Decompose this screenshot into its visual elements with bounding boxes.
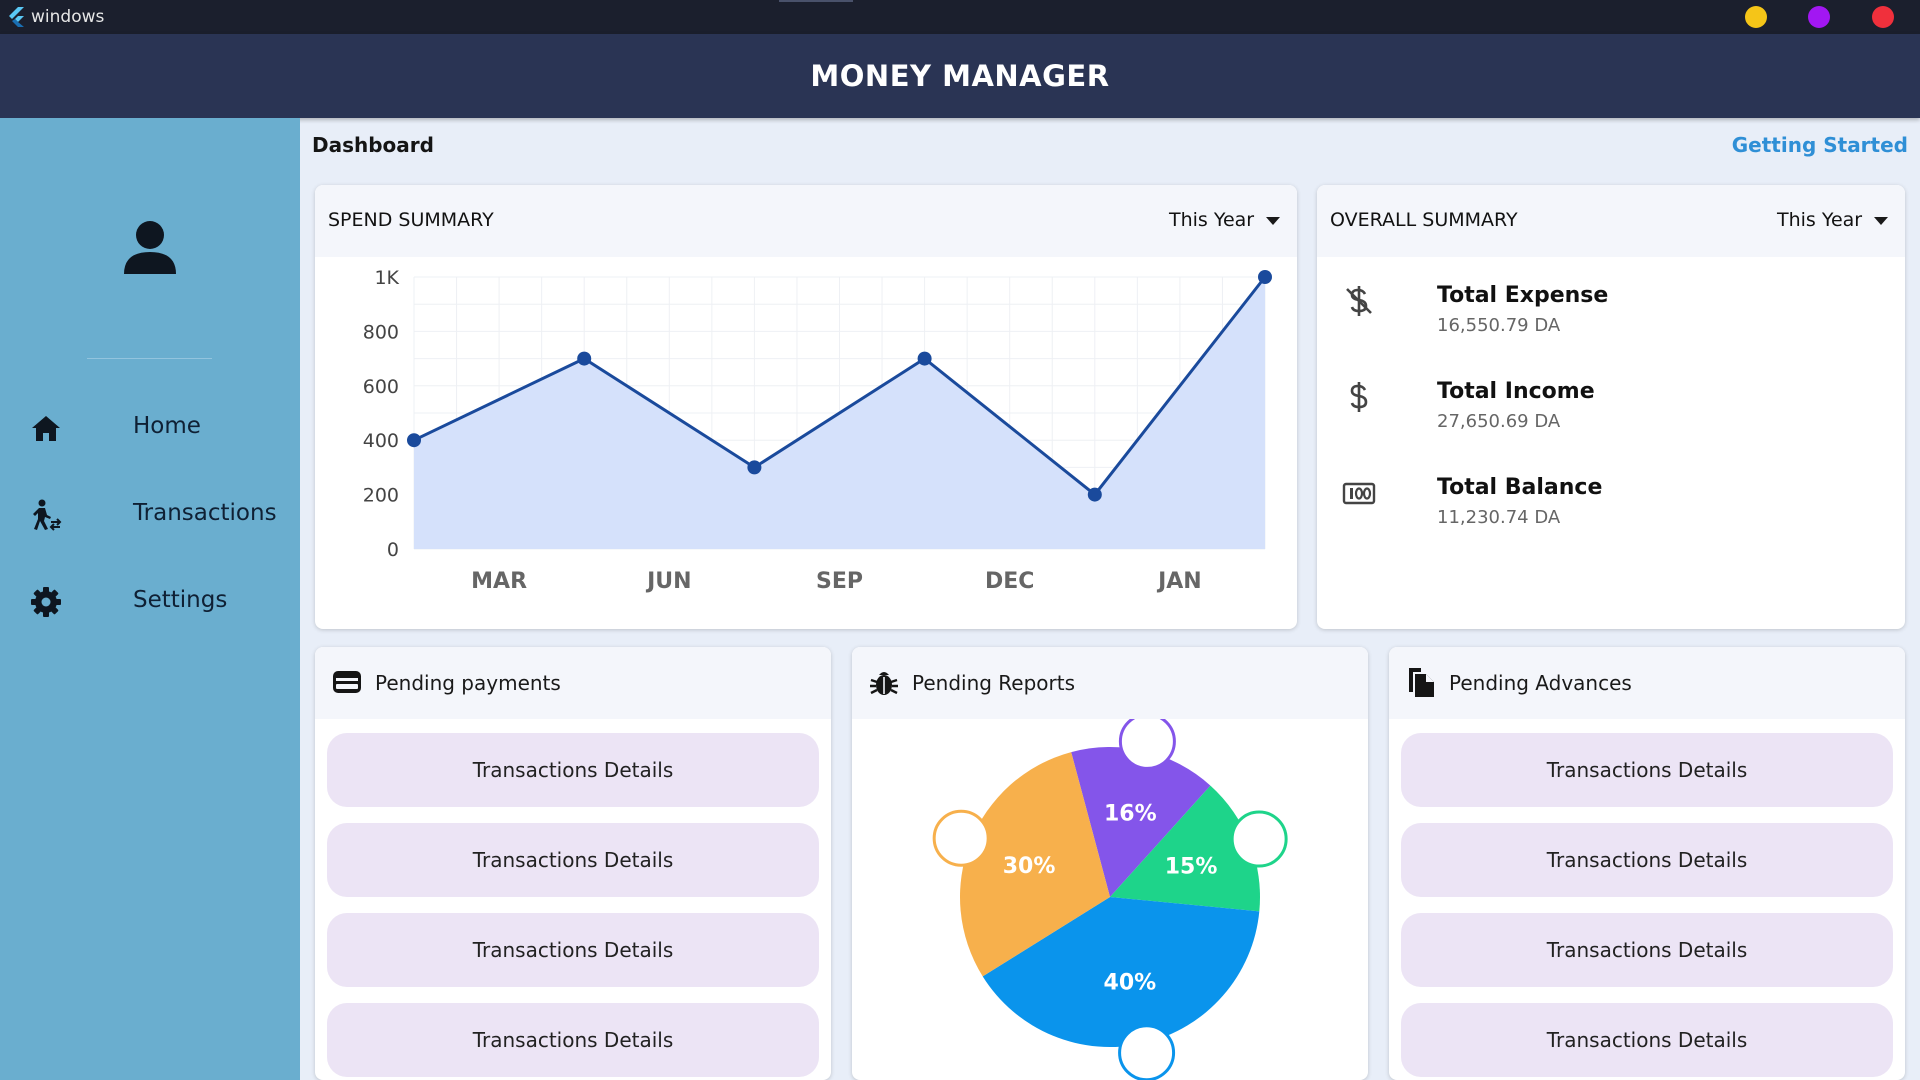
y-tick-label: 400 [363,430,399,452]
getting-started-link[interactable]: Getting Started [1732,133,1908,157]
slice-badge [1118,1024,1176,1080]
pending-payments-title: Pending payments [375,671,561,695]
spend-period-dropdown[interactable]: This Year [1169,209,1281,231]
data-point [917,351,932,366]
sidebar-item-label: Home [133,413,201,439]
advance-details-button-3[interactable]: Transactions Details [1401,913,1893,987]
spend-chart: 0 200 400 600 800 1K MAR JUN SEP DEC JAN [363,267,1272,594]
overall-period-dropdown[interactable]: This Year [1777,209,1889,231]
home-icon [32,416,60,441]
pending-reports-card: Pending Reports 16% 15% 40% 30% [852,647,1368,1080]
sidebar: Home Transactions Settings [0,118,300,1080]
sidebar-item-home[interactable]: Home [0,396,300,456]
overall-period-value: This Year [1777,209,1863,231]
pending-payments-card: Pending payments Transactions Details Tr… [315,647,831,1080]
overall-summary-title: OVERALL SUMMARY [1330,209,1518,231]
data-point [1258,270,1272,284]
x-tick-label: MAR [471,569,527,594]
app-header: MONEY MANAGER [0,34,1920,118]
advance-details-button-2[interactable]: Transactions Details [1401,823,1893,897]
user-avatar-icon[interactable] [122,218,178,274]
advance-details-button-1[interactable]: Transactions Details [1401,733,1893,807]
y-tick-label: 1K [374,267,399,289]
data-point [577,351,592,366]
pending-reports-title: Pending Reports [912,671,1076,695]
overall-summary-header: OVERALL SUMMARY This Year [1317,185,1905,257]
window-title: windows [31,7,105,27]
y-tick-label: 200 [363,485,399,507]
slice-badge [1230,810,1288,868]
copy-documents-icon [1409,668,1434,697]
pending-payments-header: Pending payments [315,647,831,719]
minimize-button[interactable] [1745,6,1767,28]
sidebar-divider [87,358,212,359]
chevron-down-icon [1874,216,1889,225]
x-tick-label: DEC [985,569,1034,594]
payment-details-button-1[interactable]: Transactions Details [327,733,819,807]
payment-details-button-2[interactable]: Transactions Details [327,823,819,897]
total-expense-label: Total Expense [1437,283,1609,308]
sidebar-item-transactions[interactable]: Transactions [0,483,300,543]
titlebar-tab-indicator [779,0,853,2]
maximize-button[interactable] [1808,6,1830,28]
x-tick-label: SEP [816,569,863,594]
pending-reports-header: Pending Reports [852,647,1368,719]
advance-details-button-4[interactable]: Transactions Details [1401,1003,1893,1077]
wallet-icon [333,671,361,693]
pending-advances-title: Pending Advances [1449,671,1632,695]
breadcrumb: Dashboard [312,133,434,157]
slice-label: 30% [1003,854,1056,879]
reports-pie-chart: 16% 15% 40% 30% [932,719,1288,1080]
slice-badge [932,809,990,867]
app-title: MONEY MANAGER [810,59,1110,93]
data-point [747,460,762,475]
data-point [407,433,421,448]
overall-summary-card: OVERALL SUMMARY This Year Total Expense … [1317,185,1905,629]
chevron-down-icon [1266,216,1281,225]
pie-slices [960,747,1260,1047]
spend-summary-card: SPEND SUMMARY This Year 0 200 400 600 800 1K M… [315,185,1297,629]
bug-icon [870,672,898,695]
y-tick-label: 800 [363,321,399,343]
x-tick-label: JAN [1156,569,1202,594]
sidebar-item-settings[interactable]: Settings [0,570,300,630]
y-tick-label: 0 [387,539,399,561]
pending-advances-header: Pending Advances [1389,647,1905,719]
dollar-icon [1350,382,1368,412]
pending-advances-card: Pending Advances Transactions Details Tr… [1389,647,1905,1080]
spend-period-value: This Year [1169,209,1255,231]
window-titlebar: windows [0,0,1920,34]
payment-details-button-3[interactable]: Transactions Details [327,913,819,987]
total-income-value: 27,650.69 DA [1437,411,1561,432]
total-expense-row: Total Expense 16,550.79 DA [1341,283,1861,353]
sidebar-item-label: Transactions [133,500,277,526]
total-expense-value: 16,550.79 DA [1437,315,1561,336]
no-money-icon [1346,286,1372,316]
sidebar-item-label: Settings [133,587,228,613]
payment-details-button-4[interactable]: Transactions Details [327,1003,819,1077]
slice-label: 40% [1104,971,1157,996]
walking-person-icon [33,499,62,531]
data-point [1087,487,1102,502]
spend-summary-header: SPEND SUMMARY This Year [315,185,1297,257]
spend-summary-title: SPEND SUMMARY [328,209,494,231]
total-balance-row: Total Balance 11,230.74 DA [1341,475,1861,545]
close-button[interactable] [1872,6,1894,28]
x-tick-label: JUN [645,569,691,594]
slice-label: 15% [1165,854,1218,879]
total-balance-label: Total Balance [1437,475,1603,500]
slice-badge [1118,719,1176,770]
slice-label: 16% [1104,801,1157,826]
flutter-logo-icon [9,7,24,27]
total-balance-value: 11,230.74 DA [1437,507,1561,528]
total-income-row: Total Income 27,650.69 DA [1341,379,1861,449]
money-bill-icon [1342,482,1376,505]
y-tick-label: 600 [363,376,399,398]
total-income-label: Total Income [1437,379,1595,404]
gear-icon [31,587,61,617]
